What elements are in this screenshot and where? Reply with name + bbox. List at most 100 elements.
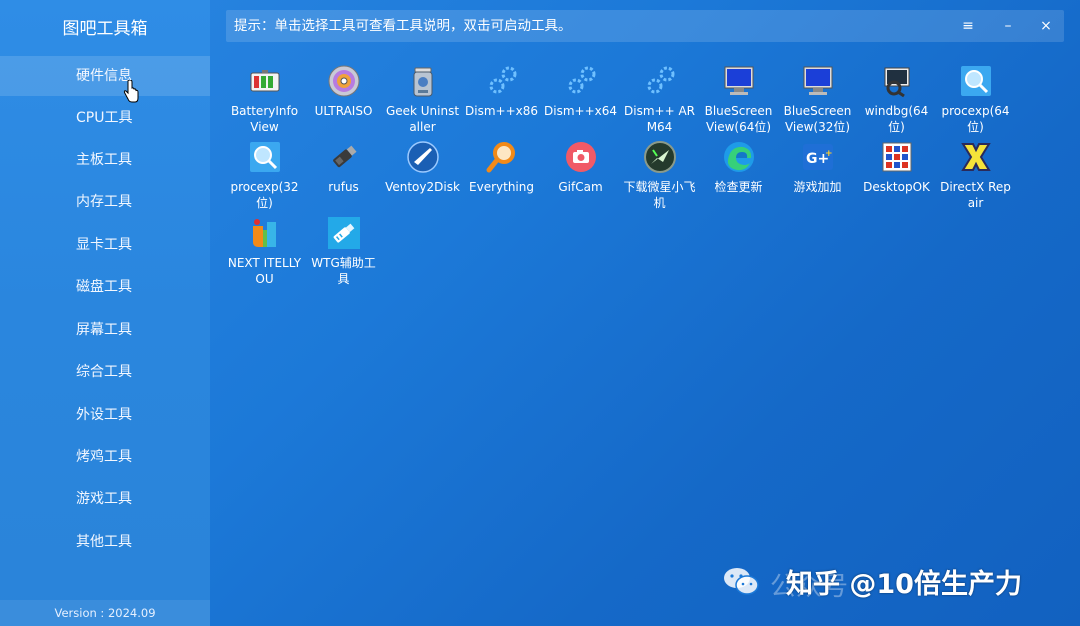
- directx-icon: [959, 140, 993, 174]
- tool-directx-repair[interactable]: DirectX Repair: [936, 140, 1015, 211]
- sidebar-item-memory-tools[interactable]: 内存工具: [0, 182, 210, 222]
- svg-text:+: +: [825, 149, 833, 159]
- minimize-icon[interactable]: –: [998, 16, 1018, 36]
- search-icon: [485, 140, 519, 174]
- sidebar-item-general-tools[interactable]: 综合工具: [0, 352, 210, 392]
- debugger-icon: [880, 64, 914, 98]
- sidebar-item-screen-tools[interactable]: 屏幕工具: [0, 310, 210, 350]
- tool-label: Ventoy2Disk: [385, 180, 460, 194]
- tool-label: windbg(64位): [864, 104, 929, 134]
- tool-bluescreenview-32[interactable]: BlueScreenView(32位): [778, 64, 857, 135]
- tool-ultraiso[interactable]: ULTRAISO: [304, 64, 383, 120]
- sidebar-item-label: 磁盘工具: [76, 279, 132, 295]
- tool-everything[interactable]: Everything: [462, 140, 541, 196]
- watermark-text: 知乎 @10倍生产力: [786, 569, 1022, 600]
- tool-afterburner-download[interactable]: 下载微星小飞机: [620, 140, 699, 211]
- sidebar-item-hardware-info[interactable]: 硬件信息: [0, 56, 210, 96]
- tool-label: procexp(64位): [941, 104, 1010, 134]
- tool-label: WTG辅助工具: [311, 256, 376, 286]
- trash-can-icon: [406, 64, 440, 98]
- sidebar-item-stress-test-tools[interactable]: 烤鸡工具: [0, 437, 210, 477]
- sidebar-item-cpu-tools[interactable]: CPU工具: [0, 98, 210, 138]
- tool-gifcam[interactable]: GifCam: [541, 140, 620, 196]
- tool-label: BlueScreenView(64位): [704, 104, 773, 134]
- sidebar: 图吧工具箱 硬件信息 CPU工具 主板工具 内存工具 显卡工具 磁盘工具 屏幕工…: [0, 0, 210, 626]
- desktop-grid-icon: [880, 140, 914, 174]
- version-label: Version : 2024.09: [0, 600, 210, 626]
- tool-dism-x64[interactable]: Dism++x64: [541, 64, 620, 120]
- sidebar-item-peripheral-tools[interactable]: 外设工具: [0, 395, 210, 435]
- tool-label: NEXT ITELLYOU: [227, 256, 302, 286]
- tool-label: 检查更新: [714, 180, 763, 194]
- tool-label: BatteryInfoView: [230, 104, 299, 134]
- tool-label: rufus: [328, 180, 359, 194]
- tool-label: ULTRAISO: [314, 104, 373, 118]
- tool-label: Dism++x64: [544, 104, 617, 118]
- monitor-icon: [801, 64, 835, 98]
- sidebar-item-label: 游戏工具: [76, 491, 132, 507]
- sidebar-item-gpu-tools[interactable]: 显卡工具: [0, 225, 210, 265]
- tool-game-plus[interactable]: G+ + 游戏加加: [778, 140, 857, 196]
- menu-icon[interactable]: ≡: [958, 16, 978, 36]
- tip-bar: 提示：单击选择工具可查看工具说明，双击可启动工具。 ≡ – ×: [226, 10, 1064, 42]
- afterburner-icon: [643, 140, 677, 174]
- app-title: 图吧工具箱: [62, 19, 148, 39]
- tool-label: Geek Uninstaller: [385, 104, 460, 134]
- tool-batteryinfoview[interactable]: BatteryInfoView: [225, 64, 304, 135]
- tool-dism-x86[interactable]: Dism++x86: [462, 64, 541, 120]
- watermark: 公众号 知乎 @10倍生产力: [720, 558, 1060, 606]
- sidebar-item-label: 显卡工具: [76, 237, 132, 253]
- tool-ventoy2disk[interactable]: Ventoy2Disk: [383, 140, 462, 196]
- sidebar-item-label: 烤鸡工具: [76, 449, 132, 465]
- sidebar-item-label: 综合工具: [76, 364, 132, 380]
- disc-icon: [327, 64, 361, 98]
- tool-next-itellyou[interactable]: NEXT ITELLYOU: [225, 216, 304, 287]
- tool-desktopok[interactable]: DesktopOK: [857, 140, 936, 196]
- tool-label: 游戏加加: [793, 180, 842, 194]
- monitor-icon: [722, 64, 756, 98]
- sidebar-item-other-tools[interactable]: 其他工具: [0, 522, 210, 562]
- tool-geek-uninstaller[interactable]: Geek Uninstaller: [383, 64, 462, 135]
- tool-label: BlueScreenView(32位): [783, 104, 852, 134]
- sidebar-item-game-tools[interactable]: 游戏工具: [0, 479, 210, 519]
- tool-label: Dism++x86: [465, 104, 538, 118]
- tool-windbg-64[interactable]: windbg(64位): [857, 64, 936, 135]
- camera-icon: [564, 140, 598, 174]
- sidebar-item-disk-tools[interactable]: 磁盘工具: [0, 267, 210, 307]
- sidebar-item-label: 主板工具: [76, 152, 132, 168]
- tool-label: GifCam: [558, 180, 603, 194]
- wtg-icon: [327, 216, 361, 250]
- usb-drive-icon: [327, 140, 361, 174]
- tool-label: DesktopOK: [863, 180, 930, 194]
- game-plus-icon: G+ +: [801, 140, 835, 174]
- sidebar-item-label: 内存工具: [76, 194, 132, 210]
- tool-label: procexp(32位): [230, 180, 299, 210]
- hand-cursor-icon: [123, 80, 139, 103]
- gears-icon: [485, 64, 519, 98]
- tool-bluescreenview-64[interactable]: BlueScreenView(64位): [699, 64, 778, 135]
- battery-icon: [248, 64, 282, 98]
- tool-check-update[interactable]: 检查更新: [699, 140, 778, 196]
- close-icon[interactable]: ×: [1036, 16, 1056, 36]
- wechat-icon: [724, 568, 759, 595]
- gears-icon: [564, 64, 598, 98]
- magnifier-icon: [248, 140, 282, 174]
- edge-icon: [722, 140, 756, 174]
- tool-procexp-64[interactable]: procexp(64位): [936, 64, 1015, 135]
- itellyou-icon: [248, 216, 282, 250]
- tool-label: Dism++ ARM64: [624, 104, 695, 134]
- magnifier-icon: [959, 64, 993, 98]
- gears-icon: [643, 64, 677, 98]
- tool-procexp-32[interactable]: procexp(32位): [225, 140, 304, 211]
- tool-wtg-helper[interactable]: WTG辅助工具: [304, 216, 383, 287]
- tool-label: DirectX Repair: [940, 180, 1011, 210]
- tool-label: 下载微星小飞机: [623, 180, 696, 210]
- sidebar-item-motherboard-tools[interactable]: 主板工具: [0, 140, 210, 180]
- tip-text: 提示：单击选择工具可查看工具说明，双击可启动工具。: [234, 18, 572, 34]
- tool-rufus[interactable]: rufus: [304, 140, 383, 196]
- sidebar-item-label: CPU工具: [76, 110, 133, 126]
- sidebar-item-label: 屏幕工具: [76, 322, 132, 338]
- sidebar-item-label: 外设工具: [76, 407, 132, 423]
- tool-dism-arm64[interactable]: Dism++ ARM64: [620, 64, 699, 135]
- tool-label: Everything: [469, 180, 534, 194]
